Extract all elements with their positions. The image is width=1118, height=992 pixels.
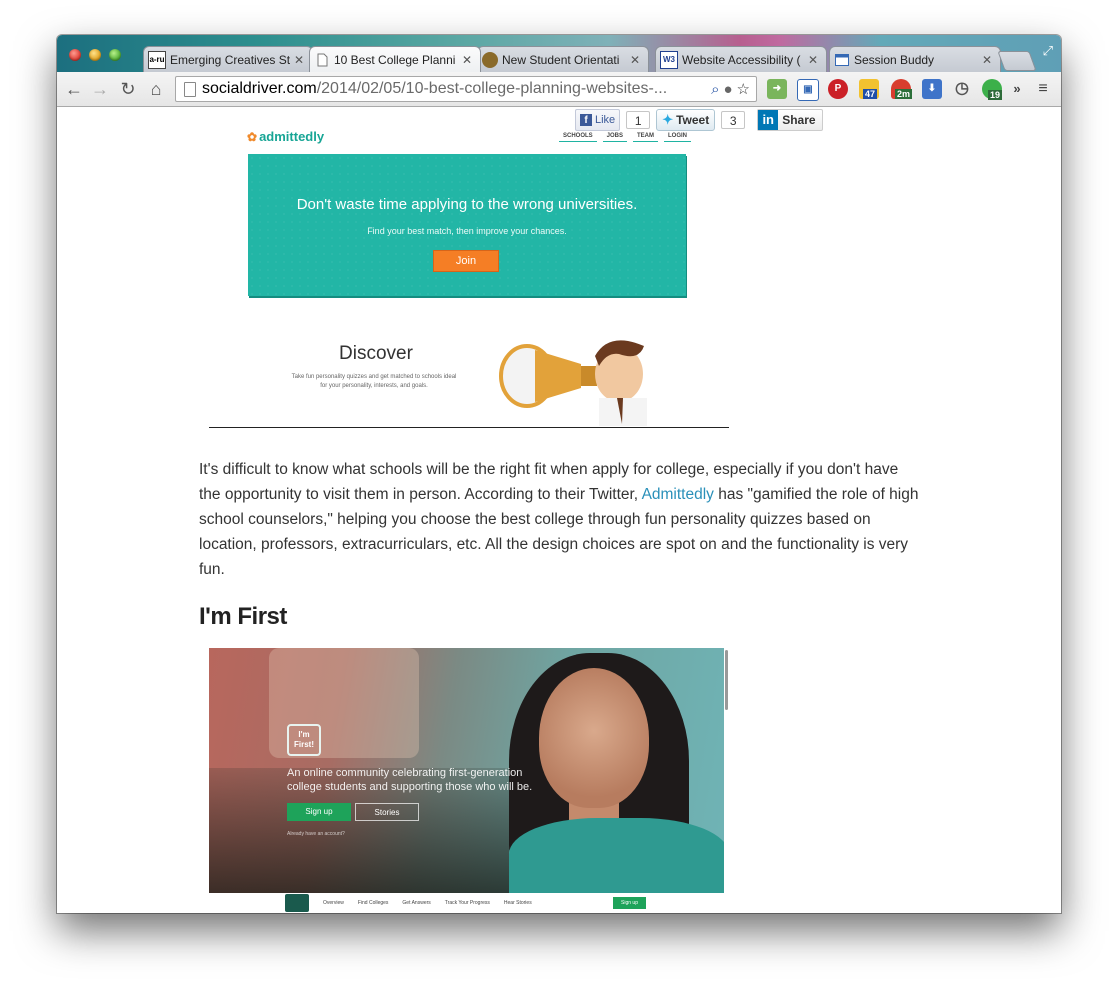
url-domain: socialdriver.com [202,80,317,97]
hero-subtitle: Find your best match, then improve your … [367,226,567,236]
im-first-screenshot: I'm First! An online community celebrati… [209,648,724,893]
im-first-login-hint: Already have an account? [287,831,345,837]
tweet-button[interactable]: ✦ Tweet [656,109,716,131]
footer-link-hear-stories: Hear Stories [503,900,532,906]
zoom-window-button[interactable] [109,49,121,61]
facebook-like-button[interactable]: f Like [575,109,621,131]
facebook-like-count: 1 [626,111,651,129]
home-icon[interactable]: ⌂ [145,77,167,101]
new-tab-button[interactable] [997,51,1037,71]
green-badge: 19 [988,90,1003,100]
arrow-extension-icon[interactable]: ➜ [767,79,787,99]
back-arrow-icon[interactable]: ← [63,77,85,101]
footer-signup-button: Sign up [613,897,646,909]
minimize-window-button[interactable] [89,49,101,61]
download-extension-icon[interactable]: ⬇ [922,79,942,99]
im-first-footer-nav: Overview Find Colleges Get Answers Track… [209,893,724,913]
nav-team: TEAM [633,131,659,142]
linkedin-icon: in [758,110,779,130]
admittedly-hero: Don't waste time applying to the wrong u… [248,154,686,296]
forward-arrow-icon[interactable]: → [89,77,111,101]
tab-title: Session Buddy [854,52,935,67]
lightbulb-icon[interactable]: ● [723,81,732,98]
tab-title: Emerging Creatives St [170,52,291,67]
star-bookmark-icon[interactable]: ☆ [737,80,750,98]
tab-close-icon[interactable]: ✕ [806,53,820,67]
admittedly-nav: SCHOOLS JOBS TEAM LOGIN [559,131,692,142]
im-first-signup-button: Sign up [287,803,351,821]
im-first-footer-logo-icon [285,894,309,912]
browser-window: a-ru Emerging Creatives St ✕ 10 Best Col… [57,35,1061,913]
tab-close-icon[interactable]: ✕ [292,53,306,67]
twitter-bird-icon: ✦ [662,112,674,127]
fullscreen-icon[interactable]: ⤢ [1043,43,1053,59]
im-first-logo: I'm First! [287,724,321,756]
url-text[interactable]: socialdriver.com/2014/02/05/10-best-coll… [202,80,711,98]
tab-close-icon[interactable]: ✕ [628,53,642,67]
hero-title: Don't waste time applying to the wrong u… [296,196,638,213]
footer-link-overview: Overview [323,900,344,906]
page-content: ✿ admittedly SCHOOLS JOBS TEAM LOGIN Don'… [57,107,1061,913]
page-icon [184,81,196,97]
weather-badge: 47 [863,89,878,99]
clock-icon[interactable]: ◷ [952,79,972,99]
tab-title: 10 Best College Planni [334,52,456,67]
tab-college-planning[interactable]: 10 Best College Planni ✕ [309,46,481,72]
session-buddy-extension-icon[interactable]: ▣ [797,79,819,101]
url-path: /2014/02/05/10-best-college-planning-web… [316,80,668,97]
section-heading-im-first: I'm First [199,603,287,630]
image-scrollbar [725,650,728,710]
browser-toolbar: ← → ↻ ⌂ socialdriver.com/2014/02/05/10-b… [57,72,1061,107]
linkedin-share-button[interactable]: in Share [757,109,823,131]
overflow-chevron-icon[interactable]: » [1011,79,1023,99]
nav-jobs: JOBS [602,131,628,142]
discover-heading: Discover [339,343,413,364]
tab-website-accessibility[interactable]: W3 Website Accessibility ( ✕ [655,46,827,72]
social-share-bar: f Like 1 ✦ Tweet 3 in Share [575,109,823,131]
telescope-character-illustration [499,340,647,426]
address-bar[interactable]: socialdriver.com/2014/02/05/10-best-coll… [175,76,757,102]
article-paragraph: It's difficult to know what schools will… [199,461,919,578]
tweet-count: 3 [721,111,746,129]
footer-link-track-progress: Track Your Progress [444,900,490,906]
search-magnifier-icon[interactable]: ⌕ [711,81,719,98]
tab-title: Website Accessibility ( [682,52,801,67]
footer-link-find-colleges: Find Colleges [357,900,389,906]
nav-login: LOGIN [664,131,692,142]
tab-close-icon[interactable]: ✕ [980,53,994,67]
admittedly-link[interactable]: Admittedly [642,486,714,503]
tab-close-icon[interactable]: ✕ [460,53,474,67]
timer-badge: 2m [895,89,913,99]
weather-extension-icon[interactable]: 47 [859,79,879,99]
tab-student-orientation[interactable]: New Student Orientati ✕ [477,46,649,72]
w3-favicon-icon: W3 [660,50,678,69]
footer-link-get-answers: Get Answers [402,900,431,906]
timer-extension-icon[interactable]: 2m [891,79,913,99]
join-button: Join [433,250,499,272]
page-favicon-icon [314,52,330,68]
window-favicon-icon [834,52,850,68]
facebook-icon: f [580,114,592,126]
green-extension-icon[interactable]: 19 [982,79,1003,100]
admittedly-logo: ✿ admittedly [247,129,325,144]
admittedly-screenshot: ✿ admittedly SCHOOLS JOBS TEAM LOGIN Don'… [209,121,729,428]
tab-session-buddy[interactable]: Session Buddy ✕ [829,46,1001,72]
aru-favicon-icon: a-ru [148,50,166,69]
tab-emerging-creatives[interactable]: a-ru Emerging Creatives St ✕ [143,46,313,72]
close-window-button[interactable] [69,49,81,61]
reload-icon[interactable]: ↻ [117,77,139,101]
nav-schools: SCHOOLS [559,131,597,142]
tab-strip: a-ru Emerging Creatives St ✕ 10 Best Col… [57,35,1061,72]
pinterest-icon[interactable]: P [828,79,848,99]
seal-favicon-icon [482,51,498,68]
menu-hamburger-icon[interactable]: ≡ [1033,79,1053,99]
im-first-stories-button: Stories [355,803,419,821]
tab-title: New Student Orientati [502,52,620,67]
im-first-tagline: An online community celebrating first-ge… [287,767,533,793]
discover-subtitle: Take fun personality quizzes and get mat… [291,374,457,389]
